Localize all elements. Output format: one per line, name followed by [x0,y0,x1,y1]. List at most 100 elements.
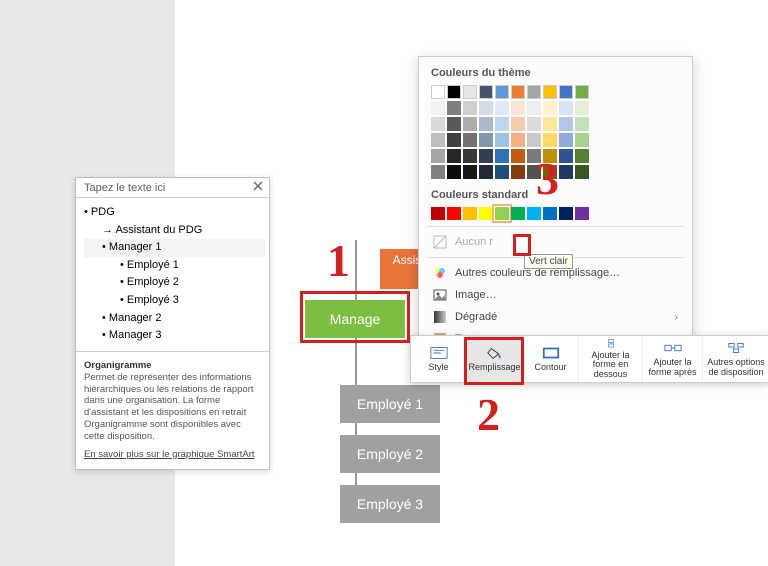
color-swatch[interactable] [511,101,525,115]
color-swatch[interactable] [431,85,445,99]
textpane-list[interactable]: PDGAssistant du PDGManager 1Employé 1Emp… [76,198,269,351]
standard-colors-row [431,207,680,220]
fill-color-menu: Couleurs du thème Couleurs standard Vert… [418,56,693,359]
color-swatch[interactable] [527,101,541,115]
color-swatch[interactable] [575,85,589,99]
smartart-text-pane: Tapez le texte ici PDGAssistant du PDGMa… [75,177,270,470]
color-swatch[interactable] [447,85,461,99]
color-swatch[interactable] [559,165,573,179]
no-fill-item: Aucun r [431,231,680,253]
color-swatch[interactable] [527,133,541,147]
color-swatch[interactable] [559,85,573,99]
color-swatch[interactable] [463,207,477,220]
color-swatch[interactable] [463,85,477,99]
add-shape-below-button[interactable]: Ajouter la forme en dessous [579,336,643,382]
color-swatch[interactable] [543,207,557,220]
color-swatch[interactable] [463,149,477,163]
color-swatch[interactable] [559,149,573,163]
color-swatch[interactable] [431,101,445,115]
annotation-box-1 [300,291,410,343]
annotation-box-3 [513,234,531,256]
layout-options-button[interactable]: Autres options de disposition [703,336,768,382]
annotation-number-2: 2 [477,388,500,441]
close-icon[interactable] [253,181,263,194]
color-swatch[interactable] [543,85,557,99]
textpane-item[interactable]: Manager 3 [84,327,265,345]
color-swatch[interactable] [447,149,461,163]
color-swatch[interactable] [511,133,525,147]
color-swatch[interactable] [479,207,493,220]
gradient-fill-item[interactable]: Dégradé › [431,306,680,328]
add-shape-after-button[interactable]: Ajouter la forme après [643,336,703,382]
color-swatch[interactable] [559,117,573,131]
color-swatch[interactable] [431,117,445,131]
color-swatch[interactable] [575,101,589,115]
color-swatch[interactable] [495,101,509,115]
textpane-item[interactable]: PDG [84,204,265,222]
chevron-right-icon: › [675,312,678,323]
color-swatch[interactable] [479,117,493,131]
theme-colors-row-top [431,85,680,99]
textpane-item[interactable]: Manager 1 [84,239,265,257]
color-swatch[interactable] [495,207,509,220]
color-swatch[interactable] [447,165,461,179]
color-swatch[interactable] [527,207,541,220]
color-swatch[interactable] [559,101,573,115]
color-swatch[interactable] [543,133,557,147]
color-swatch[interactable] [511,149,525,163]
color-swatch[interactable] [495,165,509,179]
color-swatch[interactable] [527,85,541,99]
textpane-desc-title: Organigramme [84,360,152,371]
color-swatch[interactable] [447,117,461,131]
color-swatch[interactable] [511,117,525,131]
org-node-emp3[interactable]: Employé 3 [340,485,440,523]
color-swatch[interactable] [431,165,445,179]
color-swatch[interactable] [447,207,461,220]
color-swatch[interactable] [511,207,525,220]
color-swatch[interactable] [447,101,461,115]
color-swatch[interactable] [479,133,493,147]
color-swatch[interactable] [559,207,573,220]
color-swatch[interactable] [431,207,445,220]
color-swatch[interactable] [575,207,589,220]
color-swatch[interactable] [575,149,589,163]
color-swatch[interactable] [543,101,557,115]
color-swatch[interactable] [479,165,493,179]
color-swatch[interactable] [511,85,525,99]
image-fill-item[interactable]: Image… [431,284,680,306]
org-node-emp2[interactable]: Employé 2 [340,435,440,473]
color-swatch[interactable] [575,133,589,147]
color-swatch[interactable] [495,149,509,163]
textpane-item[interactable]: Employé 2 [84,274,265,292]
color-swatch[interactable] [479,101,493,115]
color-swatch[interactable] [479,85,493,99]
style-button[interactable]: Style [411,336,467,382]
textpane-item[interactable]: Employé 3 [84,292,265,310]
outline-button[interactable]: Contour [523,336,579,382]
annotation-number-3: 3 [536,152,559,205]
color-swatch[interactable] [495,133,509,147]
color-swatch[interactable] [463,101,477,115]
color-swatch[interactable] [575,165,589,179]
color-swatch[interactable] [495,117,509,131]
color-swatch[interactable] [575,117,589,131]
color-swatch[interactable] [447,133,461,147]
color-swatch[interactable] [463,117,477,131]
color-swatch[interactable] [431,149,445,163]
textpane-item[interactable]: Assistant du PDG [84,222,265,240]
textpane-learn-more-link[interactable]: En savoir plus sur le graphique SmartArt [84,449,261,461]
textpane-item[interactable]: Employé 1 [84,257,265,275]
color-swatch[interactable] [511,165,525,179]
org-node-emp1[interactable]: Employé 1 [340,385,440,423]
color-swatch[interactable] [431,133,445,147]
annotation-box-2 [464,337,524,385]
color-swatch[interactable] [559,133,573,147]
color-swatch[interactable] [463,133,477,147]
color-swatch[interactable] [463,165,477,179]
annotation-number-1: 1 [327,234,350,287]
color-swatch[interactable] [495,85,509,99]
color-swatch[interactable] [479,149,493,163]
textpane-item[interactable]: Manager 2 [84,310,265,328]
color-swatch[interactable] [527,117,541,131]
color-swatch[interactable] [543,117,557,131]
